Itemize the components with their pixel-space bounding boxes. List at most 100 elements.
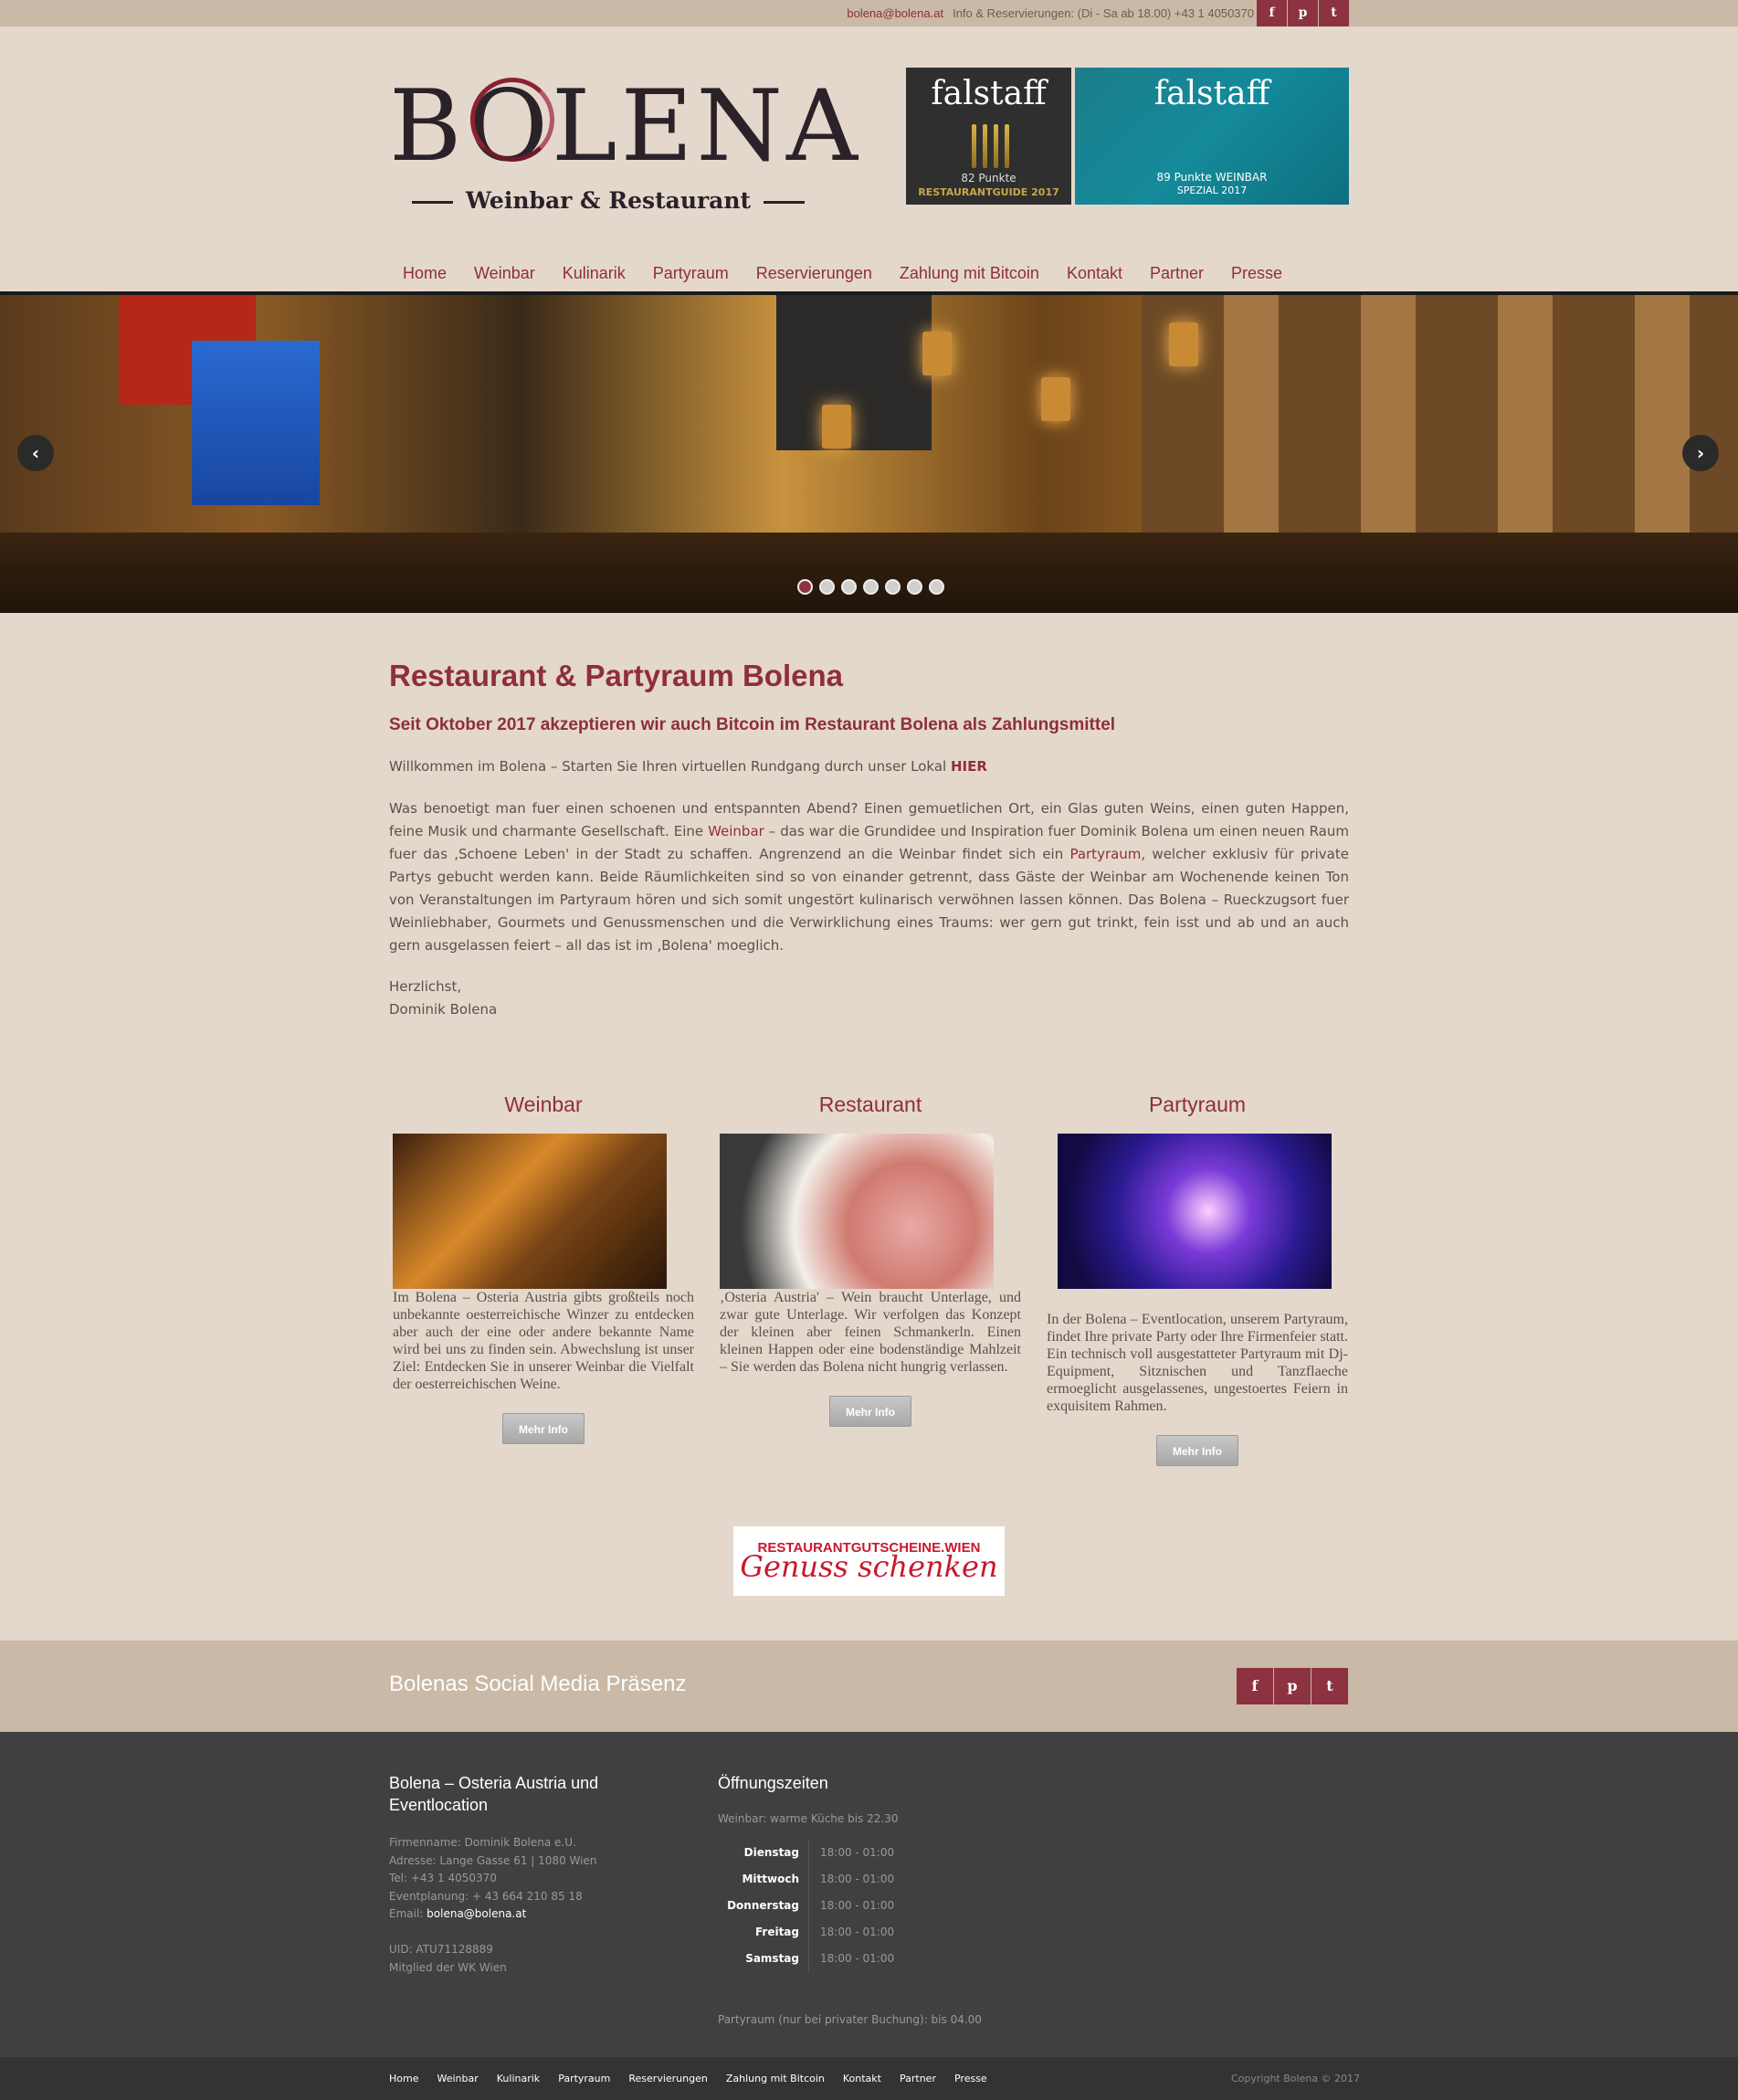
nav-weinbar[interactable]: Weinbar	[460, 259, 549, 291]
slider-dot[interactable]	[841, 579, 857, 595]
hours-table: Dienstag 18:00 - 01:00 Mittwoch 18:00 - 01…	[718, 1840, 955, 1972]
hours-row: Samstag 18:00 - 01:00	[718, 1946, 955, 1972]
twitter-icon[interactable]: t	[1319, 0, 1349, 26]
slider-next-arrow-icon[interactable]: ›	[1682, 435, 1719, 471]
day: Samstag	[718, 1946, 809, 1972]
partyraum-image[interactable]	[1058, 1134, 1332, 1289]
page-title: Restaurant & Partyraum Bolena	[389, 659, 843, 692]
lamp-icon	[822, 405, 851, 448]
virtual-tour-link[interactable]: HIER	[951, 758, 987, 775]
nav-home[interactable]: Home	[389, 259, 460, 291]
slider-dot[interactable]	[797, 579, 813, 595]
nav-reservierungen[interactable]: Reservierungen	[743, 259, 886, 291]
nav-presse[interactable]: Presse	[1217, 259, 1296, 291]
intro-partyraum-link[interactable]: Partyraum	[1069, 846, 1141, 862]
pinterest-icon[interactable]: p	[1288, 0, 1318, 26]
facebook-icon[interactable]: f	[1257, 0, 1287, 26]
falstaff-points: 89 Punkte WEINBAR	[1156, 171, 1268, 184]
day: Freitag	[718, 1919, 809, 1946]
footer-email-link[interactable]: bolena@bolena.at	[427, 1907, 526, 1920]
nav-kontakt[interactable]: Kontakt	[1053, 259, 1136, 291]
voucher-slogan: Genuss schenken	[740, 1549, 998, 1584]
event-phone: Eventplanung: + 43 664 210 85 18	[389, 1889, 583, 1903]
partyraum-more-button[interactable]: Mehr Info	[1156, 1435, 1238, 1466]
footer-nav-bitcoin[interactable]: Zahlung mit Bitcoin	[726, 2057, 825, 2100]
address: Adresse: Lange Gasse 61 | 1080 Wien	[389, 1853, 597, 1867]
footer-nav-partner[interactable]: Partner	[900, 2057, 936, 2100]
voucher-banner[interactable]: RESTAURANTGUTSCHEINE.WIEN Genuss schenke…	[733, 1526, 1005, 1596]
time: 18:00 - 01:00	[820, 1899, 895, 1912]
slide-image-chalkboard	[776, 295, 932, 450]
partyraum-hours-note: Partyraum (nur bei privater Buchung): bi…	[718, 2013, 982, 2026]
nav-bitcoin[interactable]: Zahlung mit Bitcoin	[886, 259, 1053, 291]
signature-name: Dominik Bolena	[389, 1001, 498, 1018]
slider-dot[interactable]	[929, 579, 944, 595]
hours-row: Freitag 18:00 - 01:00	[718, 1919, 955, 1946]
feature-title: Weinbar	[504, 1092, 583, 1116]
time: 18:00 - 01:00	[820, 1873, 895, 1885]
footer-nav-kulinarik[interactable]: Kulinarik	[497, 2057, 540, 2100]
membership: Mitglied der WK Wien	[389, 1960, 507, 1974]
slider-dot[interactable]	[885, 579, 901, 595]
header: BOLENA Weinbar & Restaurant falstaff 82 …	[389, 26, 1349, 291]
day: Donnerstag	[718, 1893, 809, 1919]
pinterest-icon[interactable]: p	[1274, 1668, 1311, 1704]
footer-nav-weinbar[interactable]: Weinbar	[437, 2057, 478, 2100]
logo[interactable]: BOLENA Weinbar & Restaurant	[389, 65, 858, 220]
main-nav: Home Weinbar Kulinarik Partyraum Reservi…	[389, 259, 1349, 291]
hours-row: Dienstag 18:00 - 01:00	[718, 1840, 955, 1866]
hero-slider[interactable]: ‹ ›	[0, 295, 1738, 613]
falstaff-guide: RESTAURANTGUIDE 2017	[918, 186, 1059, 198]
intro-weinbar-link[interactable]: Weinbar	[708, 823, 764, 839]
footer-company-title: Bolena – Osteria Austria und Eventlocati…	[389, 1774, 599, 1814]
slide-image-window	[192, 341, 320, 505]
intro-paragraph: Was benoetigt man fuer einen schoenen un…	[389, 797, 1349, 957]
falstaff-title: falstaff	[1153, 75, 1270, 112]
falstaff-guide: SPEZIAL 2017	[1176, 185, 1248, 196]
lamp-icon	[922, 332, 952, 375]
slider-prev-arrow-icon[interactable]: ‹	[17, 435, 54, 471]
footer: Bolena – Osteria Austria und Eventlocati…	[0, 1732, 1738, 2057]
welcome-label: Willkommen im Bolena – Starten Sie Ihren…	[389, 758, 951, 775]
weinbar-image[interactable]	[393, 1134, 667, 1289]
weinbar-more-button[interactable]: Mehr Info	[502, 1413, 585, 1444]
uid: UID: ATU71128889	[389, 1943, 493, 1956]
day: Dienstag	[718, 1840, 809, 1866]
logo-wine-ring	[470, 78, 554, 162]
welcome-text: Willkommen im Bolena – Starten Sie Ihren…	[389, 758, 987, 775]
greeting: Herzlichst,	[389, 978, 462, 995]
restaurant-image[interactable]	[720, 1134, 994, 1289]
slider-dot[interactable]	[863, 579, 879, 595]
slider-dot[interactable]	[819, 579, 835, 595]
footer-nav-partyraum[interactable]: Partyraum	[558, 2057, 610, 2100]
top-email-link[interactable]: bolena@bolena.at	[847, 6, 943, 20]
footer-nav-kontakt[interactable]: Kontakt	[843, 2057, 881, 2100]
falstaff-badge-weinbar[interactable]: falstaff 89 Punkte WEINBAR SPEZIAL 2017	[1075, 68, 1349, 205]
social-icons: f p t	[1237, 1668, 1348, 1704]
top-bar: bolena@bolena.at Info & Reservierungen: (…	[0, 0, 1738, 26]
feature-title: Restaurant	[818, 1092, 922, 1116]
feature-title: Partyraum	[1148, 1092, 1247, 1116]
logo-wordmark: BOLENA	[389, 69, 861, 184]
nav-partner[interactable]: Partner	[1136, 259, 1217, 291]
restaurant-more-button[interactable]: Mehr Info	[829, 1396, 911, 1427]
footer-nav: Home Weinbar Kulinarik Partyraum Reservi…	[389, 2057, 987, 2100]
social-title: Bolenas Social Media Präsenz	[389, 1672, 687, 1696]
falstaff-badge-restaurant[interactable]: falstaff 82 Punkte RESTAURANTGUIDE 2017	[906, 68, 1071, 205]
nav-partyraum[interactable]: Partyraum	[639, 259, 743, 291]
copyright: Copyright Bolena © 2017	[1231, 2073, 1361, 2084]
slide-image-floor	[0, 533, 1738, 613]
feature-text: In der Bolena – Eventlocation, unserem P…	[1047, 1312, 1348, 1414]
feature-text: Im Bolena – Osteria Austria gibts großte…	[393, 1290, 694, 1392]
slider-dot[interactable]	[907, 579, 922, 595]
nav-kulinarik[interactable]: Kulinarik	[549, 259, 639, 291]
falstaff-points: 82 Punkte	[961, 172, 1016, 185]
twitter-icon[interactable]: t	[1311, 1668, 1348, 1704]
footer-nav-presse[interactable]: Presse	[954, 2057, 987, 2100]
facebook-icon[interactable]: f	[1237, 1668, 1273, 1704]
footer-hours: Öffnungszeiten Weinbar: warme Küche bis …	[718, 1772, 1083, 2026]
footer-nav-reservierungen[interactable]: Reservierungen	[628, 2057, 707, 2100]
feature-weinbar: Weinbar Im Bolena – Osteria Austria gibt…	[393, 1092, 694, 1444]
footer-nav-home[interactable]: Home	[389, 2057, 418, 2100]
top-contact: bolena@bolena.at Info & Reservierungen: (…	[847, 0, 1254, 26]
